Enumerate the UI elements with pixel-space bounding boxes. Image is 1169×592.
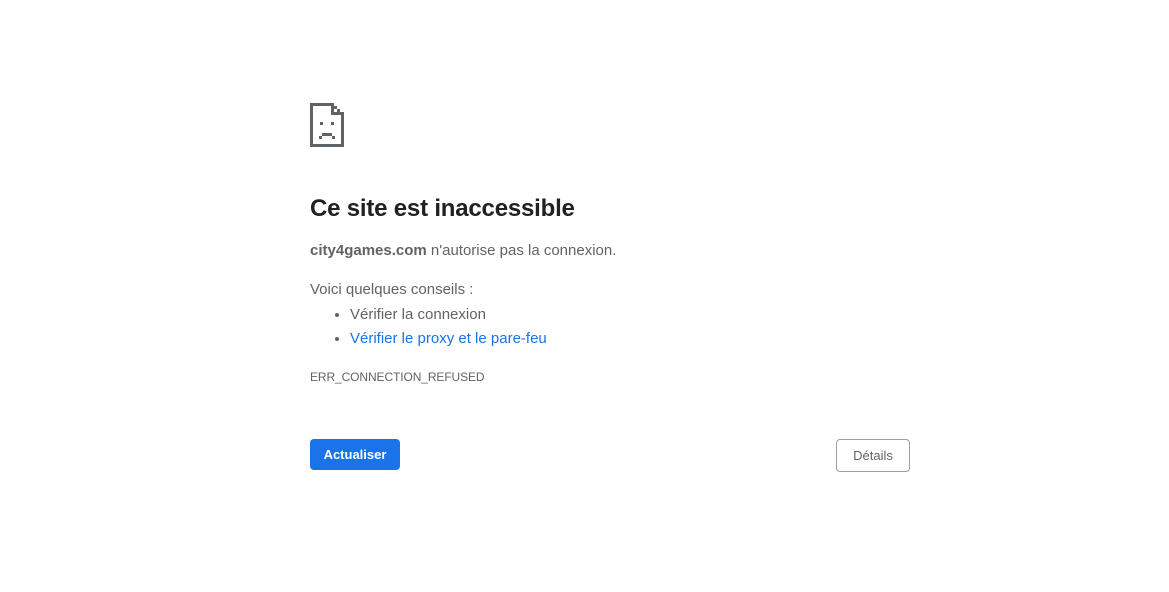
check-proxy-link[interactable]: Vérifier le proxy et le pare-feu (350, 330, 547, 347)
tip-item-check-proxy: Vérifier le proxy et le pare-feu (350, 327, 547, 351)
host-name: city4games.com (310, 242, 427, 259)
error-message: city4games.com n'autorise pas la connexi… (310, 242, 616, 259)
reload-button[interactable]: Actualiser (310, 439, 400, 470)
error-message-text: n'autorise pas la connexion. (426, 242, 617, 259)
tip-label: Vérifier la connexion (350, 306, 486, 323)
error-content: Ce site est inaccessible city4games.com … (310, 103, 910, 472)
tip-item-check-connection: Vérifier la connexion (350, 303, 547, 327)
details-button[interactable]: Détails (836, 439, 910, 472)
error-code: ERR_CONNECTION_REFUSED (310, 370, 485, 384)
sad-page-icon (310, 103, 344, 147)
tips-heading: Voici quelques conseils : (310, 281, 474, 298)
page-title: Ce site est inaccessible (310, 195, 575, 222)
tips-list: Vérifier la connexion Vérifier le proxy … (310, 303, 547, 351)
